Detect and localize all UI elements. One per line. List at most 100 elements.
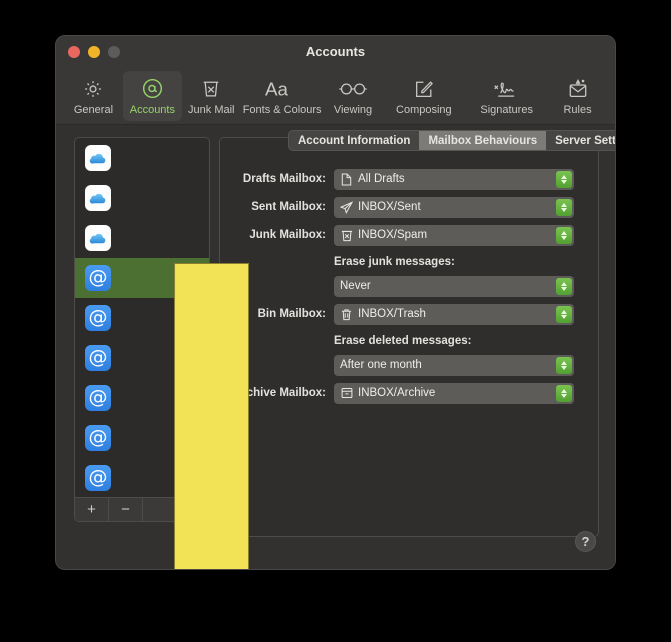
- icloud-icon: [85, 145, 111, 171]
- junk-bin-icon: [201, 77, 221, 101]
- chevron-up-icon: [561, 388, 567, 393]
- icloud-icon: [85, 225, 111, 251]
- toolbar-item-label: General: [73, 103, 114, 116]
- erase-deleted-interval-value: After one month: [340, 359, 422, 371]
- erase-deleted-messages-label: Erase deleted messages:: [334, 334, 472, 347]
- list-item[interactable]: [75, 218, 209, 258]
- sent-mailbox-label: Sent Mailbox:: [251, 201, 326, 213]
- list-item[interactable]: [75, 178, 209, 218]
- form-row-drafts-mailbox: Drafts Mailbox: All Drafts: [219, 167, 599, 191]
- paper-plane-icon: [340, 200, 353, 214]
- erase-junk-interval-value: Never: [340, 280, 371, 292]
- toolbar-item-signatures[interactable]: Signatures: [465, 71, 548, 121]
- junk-mailbox-popup[interactable]: INBOX/Spam: [334, 224, 574, 246]
- chevron-down-icon: [561, 365, 567, 370]
- form-row-bin-mailbox: Bin Mailbox: INBOX/Trash: [219, 302, 599, 326]
- junk-bin-icon: [340, 229, 353, 242]
- archive-mailbox-popup[interactable]: INBOX/Archive: [334, 382, 574, 404]
- svg-text:Aa: Aa: [265, 78, 289, 99]
- junk-mailbox-value: INBOX/Spam: [358, 229, 428, 241]
- sent-mailbox-stepper[interactable]: [556, 198, 572, 216]
- chevron-down-icon: [561, 393, 567, 398]
- chevron-up-icon: [561, 202, 567, 207]
- icloud-icon: [85, 185, 111, 211]
- compose-pencil-icon: [413, 77, 435, 101]
- drafts-mailbox-label: Drafts Mailbox:: [242, 173, 326, 185]
- archive-mailbox-stepper[interactable]: [556, 384, 572, 402]
- font-aa-icon: Aa: [265, 77, 299, 101]
- mailbox-behaviours-form: Drafts Mailbox: All Drafts Sent Mailbox:…: [219, 167, 599, 409]
- preferences-body: @ @ @ @ @ @ + − Account Information Mail…: [56, 125, 615, 569]
- glasses-icon: [338, 77, 368, 101]
- remove-account-button[interactable]: −: [109, 498, 143, 521]
- junk-mailbox-stepper[interactable]: [556, 226, 572, 244]
- chevron-up-icon: [561, 309, 567, 314]
- chevron-down-icon: [561, 286, 567, 291]
- help-button[interactable]: ?: [575, 531, 596, 552]
- chevron-up-icon: [561, 174, 567, 179]
- add-account-button[interactable]: +: [75, 498, 109, 521]
- list-item[interactable]: [75, 138, 209, 178]
- erase-deleted-interval-stepper[interactable]: [556, 356, 572, 374]
- at-account-icon: @: [85, 305, 111, 331]
- toolbar-item-fonts-colours[interactable]: Aa Fonts & Colours: [241, 71, 324, 121]
- at-account-icon: @: [85, 385, 111, 411]
- form-row-sent-mailbox: Sent Mailbox: INBOX/Sent: [219, 195, 599, 219]
- chevron-down-icon: [561, 235, 567, 240]
- sent-mailbox-popup[interactable]: INBOX/Sent: [334, 196, 574, 218]
- chevron-down-icon: [561, 207, 567, 212]
- chevron-down-icon: [561, 179, 567, 184]
- at-circle-icon: [141, 77, 164, 101]
- erase-junk-interval-popup[interactable]: Never: [334, 275, 574, 297]
- erase-deleted-interval-popup[interactable]: After one month: [334, 354, 574, 376]
- form-row-erase-deleted-interval: After one month: [219, 353, 599, 377]
- toolbar-item-composing[interactable]: Composing: [382, 71, 465, 121]
- chevron-up-icon: [561, 281, 567, 286]
- window-titlebar: Accounts: [56, 36, 615, 68]
- bin-mailbox-popup[interactable]: INBOX/Trash: [334, 303, 574, 325]
- signature-icon: [493, 77, 521, 101]
- toolbar-item-rules[interactable]: Rules: [548, 71, 607, 121]
- at-account-icon: @: [85, 465, 111, 491]
- document-icon: [340, 172, 353, 186]
- trash-icon: [340, 308, 353, 321]
- at-account-icon: @: [85, 425, 111, 451]
- erase-junk-interval-stepper[interactable]: [556, 277, 572, 295]
- archive-box-icon: [340, 387, 353, 400]
- form-row-erase-junk-interval: Never: [219, 274, 599, 298]
- at-account-icon: @: [85, 265, 111, 291]
- panel-tab-bar: Account Information Mailbox Behaviours S…: [288, 130, 615, 151]
- drafts-mailbox-popup[interactable]: All Drafts: [334, 168, 574, 190]
- bin-mailbox-value: INBOX/Trash: [358, 308, 426, 320]
- drafts-mailbox-value: All Drafts: [358, 173, 405, 185]
- form-row-archive-mailbox: Archive Mailbox: INBOX/Archive: [219, 381, 599, 405]
- chevron-up-icon: [561, 230, 567, 235]
- at-account-icon: @: [85, 345, 111, 371]
- archive-mailbox-value: INBOX/Archive: [358, 387, 436, 399]
- toolbar-item-general[interactable]: General: [64, 71, 123, 121]
- tab-server-settings[interactable]: Server Settings: [546, 131, 615, 150]
- toolbar-item-label: Signatures: [480, 103, 533, 116]
- toolbar-item-junk-mail[interactable]: Junk Mail: [182, 71, 241, 121]
- form-row-erase-deleted-label: Erase deleted messages:: [219, 330, 599, 351]
- drafts-mailbox-stepper[interactable]: [556, 170, 572, 188]
- sent-mailbox-value: INBOX/Sent: [358, 201, 421, 213]
- toolbar-item-viewing[interactable]: Viewing: [324, 71, 383, 121]
- form-row-junk-mailbox: Junk Mailbox: INBOX/Spam: [219, 223, 599, 247]
- toolbar-item-accounts[interactable]: Accounts: [122, 71, 182, 121]
- tab-mailbox-behaviours[interactable]: Mailbox Behaviours: [419, 131, 547, 150]
- toolbar-item-label: Viewing: [333, 103, 373, 116]
- bin-mailbox-stepper[interactable]: [556, 305, 572, 323]
- toolbar-item-label: Rules: [563, 103, 592, 116]
- gear-icon: [82, 77, 104, 101]
- toolbar-item-label: Fonts & Colours: [242, 103, 322, 116]
- accounts-preferences-window: Accounts General Accounts Junk Mail Aa F…: [55, 35, 616, 570]
- erase-junk-messages-label: Erase junk messages:: [334, 255, 455, 268]
- rules-envelope-icon: [567, 77, 589, 101]
- redaction-overlay: [174, 263, 249, 569]
- toolbar-item-label: Composing: [396, 103, 452, 116]
- tab-account-information[interactable]: Account Information: [289, 131, 419, 150]
- chevron-down-icon: [561, 314, 567, 319]
- chevron-up-icon: [561, 360, 567, 365]
- toolbar-item-label: Accounts: [129, 103, 175, 116]
